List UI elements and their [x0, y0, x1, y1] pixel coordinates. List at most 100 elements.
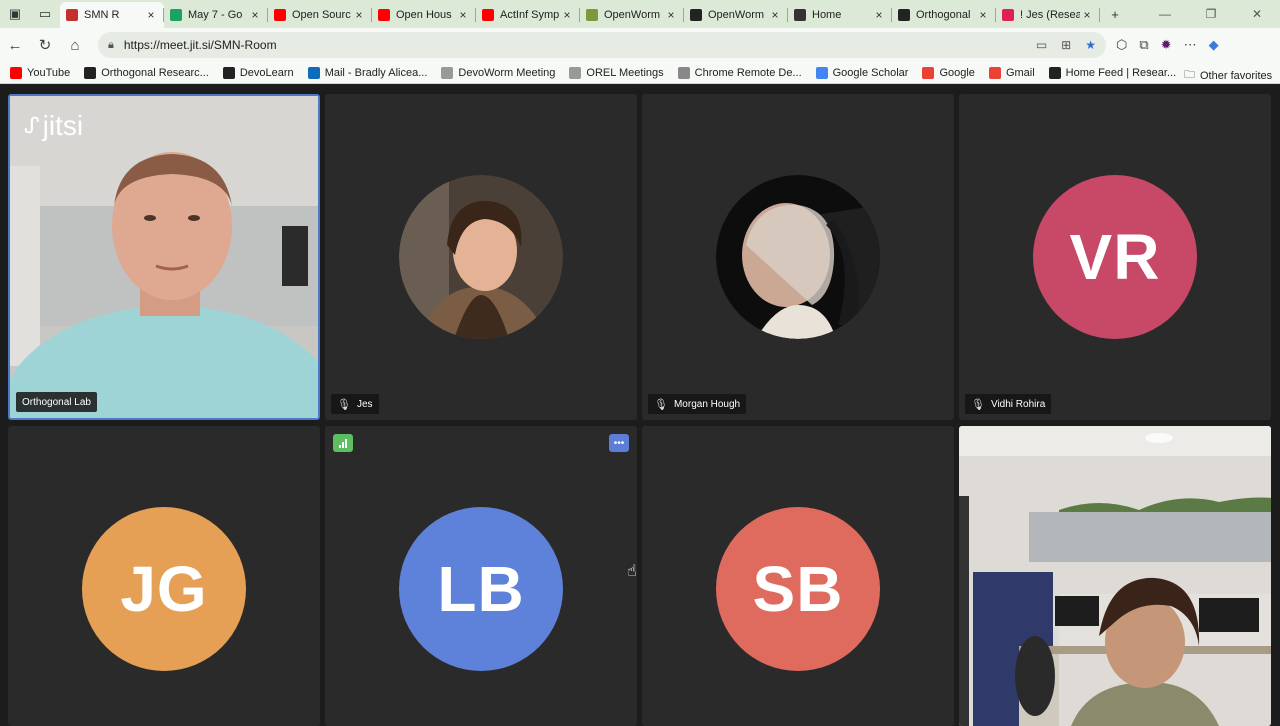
bookmark-favicon-icon — [10, 66, 22, 79]
bookmark-label: Gmail — [1005, 66, 1035, 79]
bookmark-item[interactable]: Google — [922, 66, 975, 79]
browser-tab[interactable]: Open Hous × — [372, 2, 476, 28]
browser-tab[interactable]: Home × — [788, 2, 892, 28]
more-options-icon[interactable]: ••• — [609, 434, 629, 452]
tab-favicon-icon — [378, 9, 390, 21]
back-icon[interactable]: ← — [0, 30, 30, 60]
bookmark-label: Google — [939, 66, 975, 79]
participant-tile-lb[interactable]: ••• LB — [325, 426, 637, 726]
bookmark-favicon-icon — [307, 66, 320, 79]
tab-separator — [1099, 8, 1100, 22]
bookmark-favicon-icon — [922, 66, 935, 79]
bookmark-item[interactable]: Mail - Bradly Alicea... — [307, 66, 428, 79]
reader-icon[interactable]: ⊞ — [1061, 38, 1071, 52]
tab-title: ! Jes (Resea — [1020, 9, 1080, 21]
browser-tab[interactable]: May 7 - Go × — [164, 2, 268, 28]
participant-tile-jes[interactable]: 🎙︎ Jes — [325, 94, 637, 420]
new-tab-button[interactable]: + — [1100, 0, 1130, 28]
extensions-icon[interactable]: ⬡ — [1116, 37, 1127, 53]
browser-tab[interactable]: Open Sourc × — [268, 2, 372, 28]
participant-tile-morgan-hough[interactable]: 🎙︎ Morgan Hough — [642, 94, 954, 420]
bookmark-item[interactable]: Gmail — [988, 66, 1035, 79]
browser-tab[interactable]: ! Jes (Resea × — [996, 2, 1100, 28]
home-icon[interactable]: ⌂ — [60, 30, 90, 60]
video-feed — [959, 426, 1271, 726]
bookmark-label: OREL Meetings — [586, 66, 664, 79]
browser-tab[interactable]: Orthogonal × — [892, 2, 996, 28]
bookmark-item[interactable]: Google Scholar — [815, 66, 909, 79]
mic-muted-icon: 🎙︎ — [337, 398, 351, 411]
participant-tile-vidhi-rohira[interactable]: VR 🎙︎ Vidhi Rohira — [959, 94, 1271, 420]
maximize-icon[interactable]: ❐ — [1188, 0, 1234, 28]
bookmark-item[interactable]: YouTube — [10, 66, 70, 79]
close-tab-icon[interactable]: × — [456, 8, 470, 22]
participant-tile-sb[interactable]: SB — [642, 426, 954, 726]
close-tab-icon[interactable]: × — [1080, 8, 1094, 22]
bookmark-favicon-icon — [1048, 66, 1061, 79]
bookmark-item[interactable]: DevoWorm Meeting — [441, 66, 556, 79]
close-tab-icon[interactable]: × — [976, 8, 990, 22]
bookmark-favicon-icon — [988, 66, 1001, 79]
tab-favicon-icon — [898, 9, 910, 21]
camera-icon[interactable]: ▭ — [1036, 38, 1047, 52]
chevron-right-icon[interactable]: › — [1148, 66, 1152, 78]
bookmark-label: Orthogonal Researc... — [101, 66, 209, 79]
profile-icon[interactable]: ✹ — [1161, 37, 1172, 53]
tab-favicon-icon — [690, 9, 702, 21]
menu-dots-icon[interactable]: ⋯ — [1184, 37, 1197, 53]
workspaces-icon[interactable]: ▣ — [0, 0, 30, 28]
tab-title: Open Hous — [396, 9, 452, 21]
bookmark-item[interactable]: Chrome Remote De... — [677, 66, 802, 79]
tab-title: ActInf Symp — [500, 9, 560, 21]
tab-favicon-icon — [66, 9, 78, 21]
reload-icon[interactable]: ↻ — [30, 30, 60, 60]
bookmark-item[interactable]: Orthogonal Researc... — [84, 66, 209, 79]
close-tab-icon[interactable]: × — [560, 8, 574, 22]
participant-tile-orthogonal-lab[interactable]: ᔑ jitsi Orthogonal Lab — [8, 94, 320, 420]
minimize-icon[interactable]: — — [1142, 0, 1188, 28]
close-tab-icon[interactable]: × — [248, 8, 262, 22]
tab-title: OpenWorm — [708, 9, 765, 21]
bookmark-label: Home Feed | Resear... — [1065, 66, 1177, 79]
bookmark-item[interactable]: Home Feed | Resear... — [1048, 66, 1177, 79]
browser-tab[interactable]: ActInf Symp × — [476, 2, 580, 28]
browser-tab[interactable]: OpenWorm × — [684, 2, 788, 28]
favorite-star-icon[interactable]: ★ — [1085, 38, 1096, 52]
name-tag: 🎙︎ Vidhi Rohira — [965, 394, 1052, 414]
bookmark-label: Google Scholar — [832, 66, 909, 79]
url-text: https://meet.jit.si/SMN-Room — [123, 38, 277, 52]
bookmark-label: Mail - Bradly Alicea... — [324, 66, 428, 79]
bookmark-label: DevoLearn — [239, 66, 294, 79]
bookmark-favicon-icon — [84, 66, 97, 79]
tab-favicon-icon — [1002, 9, 1014, 21]
collections-icon[interactable]: ⧉ — [1139, 37, 1148, 53]
browser-tab[interactable]: SMN R × — [60, 2, 164, 28]
tab-title: OpenWorm — [604, 9, 661, 21]
bookmark-favicon-icon — [815, 66, 828, 79]
other-favorites[interactable]: 🗀 Other favorites — [1184, 66, 1272, 85]
participant-tile-jg[interactable]: JG — [8, 426, 320, 726]
tab-strip: ▣ ▭ SMN R × May 7 - Go × Open Sourc × Open Hou… — [0, 0, 1280, 28]
copilot-icon[interactable]: ◆ — [1209, 37, 1219, 53]
close-window-icon[interactable]: ✕ — [1234, 0, 1280, 28]
close-tab-icon[interactable]: × — [872, 8, 886, 22]
mic-muted-icon: 🎙︎ — [971, 398, 985, 411]
participant-tile-video[interactable] — [959, 426, 1271, 726]
name-tag: 🎙︎ Jes — [331, 394, 379, 414]
bookmark-item[interactable]: DevoLearn — [222, 66, 294, 79]
avatar-initials: LB — [399, 507, 563, 671]
vertical-tabs-icon[interactable]: ▭ — [30, 0, 60, 28]
bookmarks-bar: YouTube Orthogonal Researc... DevoLearn Mai… — [0, 62, 1280, 84]
connection-status-icon[interactable] — [333, 434, 353, 452]
close-tab-icon[interactable]: × — [768, 8, 782, 22]
url-field[interactable]: 🔒︎ https://meet.jit.si/SMN-Room ▭ ⊞ ★ — [98, 32, 1106, 58]
close-tab-icon[interactable]: × — [664, 8, 678, 22]
bookmark-item[interactable]: OREL Meetings — [569, 66, 664, 79]
browser-tab[interactable]: OpenWorm × — [580, 2, 684, 28]
close-tab-icon[interactable]: × — [144, 8, 158, 22]
lock-icon: 🔒︎ — [108, 38, 114, 51]
bookmark-label: DevoWorm Meeting — [458, 66, 556, 79]
close-tab-icon[interactable]: × — [352, 8, 366, 22]
avatar — [716, 175, 880, 339]
tab-favicon-icon — [482, 9, 494, 21]
